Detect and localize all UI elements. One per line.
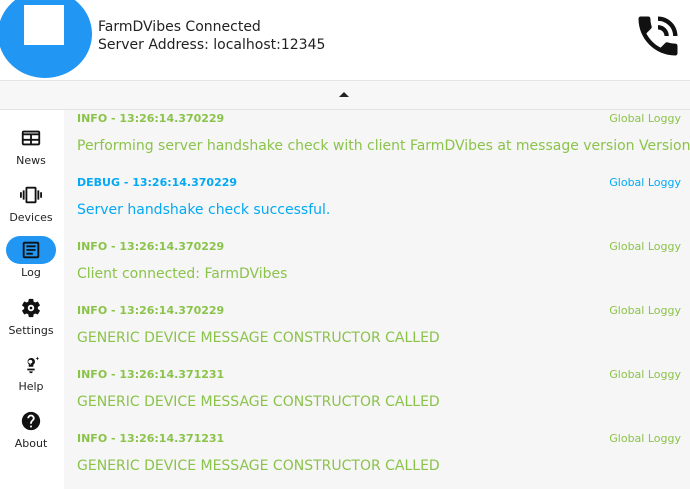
- log-entry-logger: Global Loggy: [609, 112, 681, 125]
- nav-label-news: News: [16, 154, 46, 167]
- log-entry-header: INFO - 13:26:14.371231: [77, 432, 225, 445]
- nav-pill: [6, 407, 56, 435]
- connection-status: FarmDVibes Connected: [98, 19, 261, 35]
- log-entry-header: INFO - 13:26:14.370229: [77, 240, 225, 253]
- phone-call-icon: [638, 16, 678, 56]
- nav-item-about[interactable]: About: [0, 405, 64, 461]
- log-entry-header: DEBUG - 13:26:14.370229: [77, 176, 238, 189]
- nav-label-log: Log: [21, 266, 41, 279]
- log-entry-message: Performing server handshake check with c…: [77, 138, 690, 154]
- log-entry-message: Server handshake check successful.: [77, 202, 331, 218]
- server-address: Server Address: localhost:12345: [98, 37, 326, 53]
- log-entry-logger: Global Loggy: [609, 176, 681, 189]
- nav-item-settings[interactable]: Settings: [0, 292, 64, 348]
- log-entry-header: INFO - 13:26:14.371231: [77, 368, 225, 381]
- log-entry-header: INFO - 13:26:14.370229: [77, 304, 225, 317]
- log-entry: INFO - 13:26:14.370229 Global Loggy Perf…: [64, 112, 690, 176]
- log-entry-message: GENERIC DEVICE MESSAGE CONSTRUCTOR CALLE…: [77, 458, 440, 474]
- phone-call-button[interactable]: [632, 10, 684, 62]
- nav-pill: [6, 350, 56, 378]
- gear-icon: [22, 298, 40, 318]
- nav-pill: [6, 294, 56, 322]
- log-list[interactable]: INFO - 13:26:14.370229 Global Loggy Perf…: [64, 110, 690, 489]
- nav-pill: [6, 181, 56, 209]
- article-icon: [22, 241, 40, 259]
- log-entry-message: GENERIC DEVICE MESSAGE CONSTRUCTOR CALLE…: [77, 394, 440, 410]
- nav-item-news[interactable]: News: [0, 122, 64, 178]
- log-entry-header: INFO - 13:26:14.370229: [77, 112, 225, 125]
- help-circle-icon: [21, 411, 41, 431]
- caret-up-icon: [339, 92, 349, 97]
- nav-pill: [6, 124, 56, 152]
- collapse-header-button[interactable]: [0, 80, 690, 110]
- log-entry: INFO - 13:26:14.370229 Global Loggy GENE…: [64, 304, 690, 368]
- nav-label-help: Help: [18, 380, 44, 393]
- log-entry-message: Client connected: FarmDVibes: [77, 266, 288, 282]
- log-entry: INFO - 13:26:14.371231 Global Loggy GENE…: [64, 432, 690, 489]
- app-logo-square-icon: [24, 5, 64, 45]
- log-entry-logger: Global Loggy: [609, 368, 681, 381]
- log-entry: INFO - 13:26:14.371231 Global Loggy GENE…: [64, 368, 690, 432]
- lightbulb-icon: [27, 356, 40, 374]
- nav-label-devices: Devices: [9, 211, 53, 224]
- nav-item-help[interactable]: Help: [0, 348, 64, 404]
- log-entry: DEBUG - 13:26:14.370229 Global Loggy Ser…: [64, 176, 690, 240]
- nav-pill-active: [6, 236, 56, 264]
- nav-label-settings: Settings: [8, 324, 54, 337]
- app-header: FarmDVibes Connected Server Address: loc…: [0, 0, 690, 80]
- nav-item-log[interactable]: Log: [0, 234, 64, 290]
- navigation-rail: News Devices Log Settings Help About: [0, 110, 64, 489]
- nav-label-about: About: [14, 437, 48, 450]
- app-logo: [0, 0, 92, 78]
- log-entry-logger: Global Loggy: [609, 432, 681, 445]
- log-entry-logger: Global Loggy: [609, 240, 681, 253]
- log-entry-message: GENERIC DEVICE MESSAGE CONSTRUCTOR CALLE…: [77, 330, 440, 346]
- vibration-icon: [20, 186, 42, 204]
- log-entry: INFO - 13:26:14.370229 Global Loggy Clie…: [64, 240, 690, 304]
- news-icon: [21, 130, 41, 146]
- log-entry-logger: Global Loggy: [609, 304, 681, 317]
- nav-item-devices[interactable]: Devices: [0, 179, 64, 235]
